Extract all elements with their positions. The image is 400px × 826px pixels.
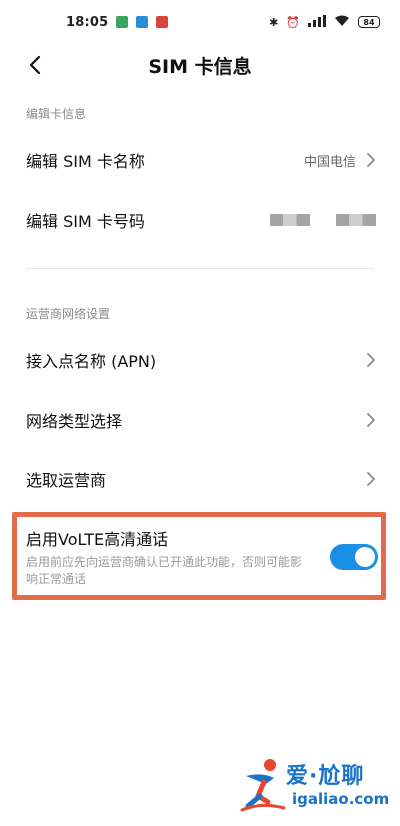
runner-logo-icon (240, 759, 286, 812)
header: SIM 卡信息 (0, 44, 400, 86)
sim-name-row[interactable]: 编辑 SIM 卡名称 中国电信 (0, 132, 400, 188)
masked-number-part-1 (270, 214, 310, 226)
chevron-left-icon (29, 55, 41, 75)
notification-icon-blue (136, 16, 149, 28)
volte-text: 启用VoLTE高清通话 启用前应先向运营商确认已开通此功能，否则可能影响正常通话 (26, 526, 320, 588)
watermark-text-line1: 爱·尬聊 (286, 764, 365, 789)
select-carrier-row[interactable]: 选取运营商 (0, 451, 400, 507)
volte-toggle[interactable] (330, 544, 378, 570)
toggle-knob (355, 547, 375, 567)
section-label-carrier: 运营商网络设置 (26, 307, 111, 321)
chevron-right-icon (367, 353, 375, 367)
page-title: SIM 卡信息 (148, 55, 252, 78)
sim-number-label: 编辑 SIM 卡号码 (26, 212, 145, 231)
section-divider (26, 268, 374, 269)
signal-icon (308, 14, 326, 30)
status-bar: 18:05 ✱ ⏰ 84 (0, 0, 400, 44)
volte-description: 启用前应先向运营商确认已开通此功能，否则可能影响正常通话 (26, 555, 303, 586)
notification-icon-green (116, 16, 129, 28)
apn-label: 接入点名称 (APN) (26, 352, 157, 371)
status-left: 18:05 (66, 14, 169, 30)
sim-name-label: 编辑 SIM 卡名称 (26, 152, 145, 171)
volte-title: 启用VoLTE高清通话 (26, 530, 169, 549)
chevron-right-icon (367, 153, 375, 167)
network-type-label: 网络类型选择 (26, 412, 123, 431)
chevron-right-icon (367, 472, 375, 486)
volte-row[interactable]: 启用VoLTE高清通话 启用前应先向运营商确认已开通此功能，否则可能影响正常通话 (26, 524, 378, 590)
notification-icon-red (156, 16, 169, 28)
watermark-text-line2: igaliao.com (292, 790, 390, 808)
chevron-right-icon (367, 413, 375, 427)
masked-number-part-2 (336, 214, 376, 226)
select-carrier-label: 选取运营商 (26, 471, 107, 490)
sim-number-row[interactable]: 编辑 SIM 卡号码 (0, 192, 400, 248)
alarm-icon: ⏰ (286, 15, 300, 29)
sim-name-value: 中国电信 (303, 154, 356, 170)
status-right: ✱ ⏰ 84 (269, 14, 380, 30)
watermark-logo: 爱·尬聊 igaliao.com (240, 756, 390, 814)
section-label-card-info: 编辑卡信息 (26, 107, 87, 121)
back-button[interactable] (22, 52, 48, 78)
battery-icon: 84 (358, 16, 380, 28)
status-time: 18:05 (66, 14, 109, 30)
network-type-row[interactable]: 网络类型选择 (0, 392, 400, 448)
apn-row[interactable]: 接入点名称 (APN) (0, 332, 400, 388)
wifi-icon (334, 15, 350, 30)
bluetooth-icon: ✱ (269, 15, 279, 29)
